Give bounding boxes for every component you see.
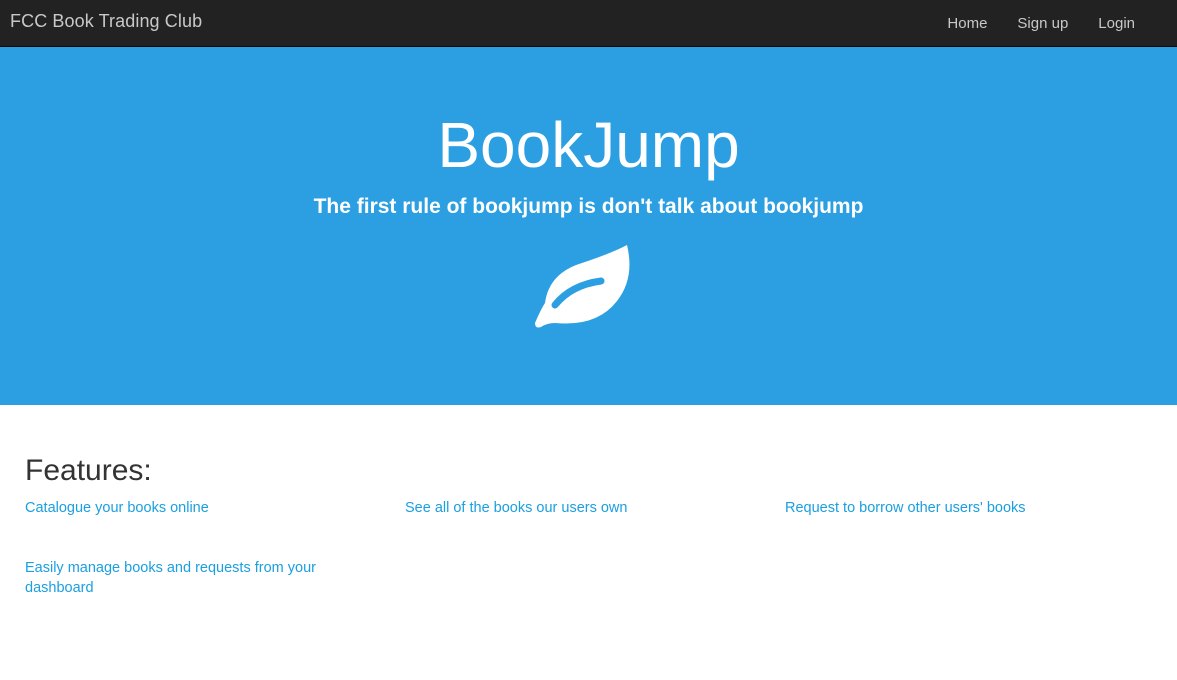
feature-catalogue-link[interactable]: Catalogue your books online — [25, 498, 345, 518]
navbar: FCC Book Trading Club Home Sign up Login — [0, 0, 1177, 47]
brand-link[interactable]: FCC Book Trading Club — [10, 11, 202, 32]
leaf-icon — [535, 245, 630, 328]
nav-login-link[interactable]: Login — [1098, 15, 1135, 32]
feature-borrow-link[interactable]: Request to borrow other users' books — [785, 498, 1105, 518]
feature-dashboard-link[interactable]: Easily manage books and requests from yo… — [25, 558, 335, 598]
feature-browse-books-link[interactable]: See all of the books our users own — [405, 498, 725, 518]
hero-subtitle: The first rule of bookjump is don't talk… — [313, 195, 864, 218]
nav-home-link[interactable]: Home — [947, 15, 987, 32]
features-title: Features: — [25, 454, 152, 487]
hero-banner: BookJump The first rule of bookjump is d… — [0, 47, 1177, 405]
nav-signup-link[interactable]: Sign up — [1017, 15, 1068, 32]
nav-links: Home Sign up Login — [947, 0, 1177, 46]
hero-title: BookJump — [437, 109, 740, 181]
features-section: Features: Catalogue your books online Se… — [25, 453, 1155, 596]
